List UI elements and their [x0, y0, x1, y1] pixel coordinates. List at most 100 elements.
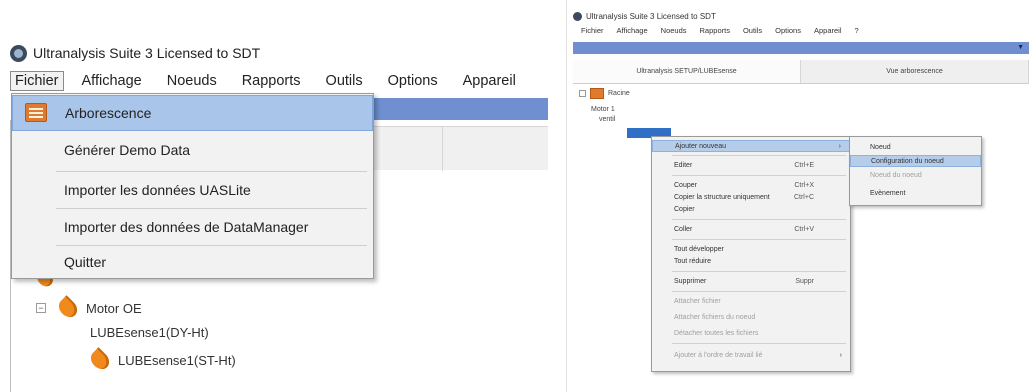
- ctx-ajouter-ordre-travail[interactable]: Ajouter à l'ordre de travail lié ›: [652, 349, 850, 361]
- ctx-label: Tout réduire: [674, 257, 711, 265]
- ctx-shortcut: Ctrl+C: [793, 193, 814, 201]
- window-title-bar: Ultranalysis Suite 3 Licensed to SDT: [10, 42, 260, 64]
- menu-item-arborescence[interactable]: Arborescence: [12, 95, 373, 131]
- menu-affichage[interactable]: Affichage: [617, 26, 648, 35]
- menu-separator: [672, 343, 846, 344]
- ctx-label: Editer: [674, 161, 693, 169]
- tree-row-lube1[interactable]: LUBEsense1(DY-Ht): [90, 325, 209, 340]
- ctx-label: Copier la structure uniquement: [674, 193, 770, 201]
- tab-ultranalysis-setup[interactable]: Ultranalysis SETUP/LUBEsense: [573, 60, 801, 83]
- ctx-detacher-fichiers[interactable]: Détacher toutes les fichiers: [652, 327, 850, 339]
- ctx-label: Attacher fichiers du noeud: [674, 313, 756, 321]
- menu-item-quitter[interactable]: Quitter: [12, 244, 373, 280]
- ctx-label: Tout développer: [674, 245, 724, 253]
- menu-appareil[interactable]: Appareil: [463, 73, 516, 89]
- menu-item-label: Quitter: [64, 254, 107, 270]
- ctx-tout-developper[interactable]: Tout développer: [652, 243, 850, 255]
- tree-row-motor[interactable]: Motor 1: [591, 106, 615, 113]
- menu-item-label: Générer Demo Data: [64, 142, 191, 158]
- menu-separator: [672, 291, 846, 292]
- ctx-shortcut: Suppr: [795, 277, 814, 285]
- ctx-copier-structure[interactable]: Copier la structure uniquement Ctrl+C: [652, 191, 850, 203]
- ctx-editer[interactable]: Editer Ctrl+E: [652, 159, 850, 171]
- ctx-tout-reduire[interactable]: Tout réduire: [652, 255, 850, 267]
- menu-item-importer-datamanager[interactable]: Importer des données de DataManager: [12, 209, 373, 245]
- menu-affichage[interactable]: Affichage: [82, 73, 142, 89]
- menu-options[interactable]: Options: [388, 73, 438, 89]
- menu-appareil[interactable]: Appareil: [814, 26, 842, 35]
- tree-row-racine[interactable]: Racine: [579, 88, 630, 99]
- menu-outils[interactable]: Outils: [743, 26, 762, 35]
- sub-configuration-noeud[interactable]: Configuration du noeud: [850, 155, 981, 167]
- sub-label: Configuration du noeud: [871, 157, 944, 165]
- sub-label: Evènement: [870, 189, 906, 197]
- menu-options[interactable]: Options: [775, 26, 801, 35]
- ctx-label: Ajouter nouveau: [675, 142, 726, 150]
- ctx-label: Copier: [674, 205, 695, 213]
- ctx-label: Couper: [674, 181, 697, 189]
- menu-rapports[interactable]: Rapports: [700, 26, 730, 35]
- right-screenshot-panel: Ultranalysis Suite 3 Licensed to SDT Fic…: [566, 0, 1030, 392]
- collapse-icon[interactable]: −: [36, 303, 46, 313]
- tree-label: Motor 1: [591, 106, 615, 113]
- tree-label-lube2: LUBEsense1(ST-Ht): [118, 352, 236, 368]
- ctx-label: Détacher toutes les fichiers: [674, 329, 759, 337]
- tree-row-ventil[interactable]: ventil: [599, 116, 615, 123]
- ajouter-nouveau-submenu: Noeud Configuration du noeud Noeud du no…: [849, 136, 982, 206]
- sub-label: Noeud: [870, 143, 891, 151]
- tab-divider: [442, 127, 443, 171]
- menu-noeuds[interactable]: Noeuds: [661, 26, 687, 35]
- menu-separator: [672, 239, 846, 240]
- sub-label: Noeud du noeud: [870, 171, 922, 179]
- ctx-label: Attacher fichier: [674, 297, 721, 305]
- tree-label: Racine: [608, 90, 630, 97]
- menu-fichier[interactable]: Fichier: [581, 26, 604, 35]
- left-screenshot-panel: Ultranalysis Suite 3 Licensed to SDT Fic…: [0, 0, 548, 392]
- window-title-bar: Ultranalysis Suite 3 Licensed to SDT: [573, 12, 716, 21]
- tree-label-motor: Motor OE: [86, 300, 142, 316]
- menu-item-importer-uaslite[interactable]: Importer les données UASLite: [12, 172, 373, 208]
- menu-item-label: Importer des données de DataManager: [64, 219, 309, 235]
- tree-row-lube2[interactable]: LUBEsense1(ST-Ht): [87, 347, 236, 373]
- menu-rapports[interactable]: Rapports: [242, 73, 301, 89]
- tab-strip: [372, 126, 548, 171]
- menu-separator: [672, 155, 846, 156]
- collapse-icon[interactable]: [579, 90, 586, 97]
- menu-item-label: Arborescence: [65, 105, 152, 121]
- sub-evenement[interactable]: Evènement: [850, 187, 981, 199]
- ctx-label: Coller: [674, 225, 693, 233]
- ctx-supprimer[interactable]: Supprimer Suppr: [652, 275, 850, 287]
- ctx-attacher-fichier[interactable]: Attacher fichier: [652, 295, 850, 307]
- ctx-shortcut: Ctrl+X: [794, 181, 814, 189]
- sub-noeud-du-noeud[interactable]: Noeud du noeud: [850, 169, 981, 181]
- app-logo-icon: [10, 44, 27, 62]
- menu-help[interactable]: ?: [855, 26, 859, 35]
- tab-vue-arborescence[interactable]: Vue arborescence: [801, 60, 1029, 83]
- toolbar-band: [372, 98, 548, 120]
- ctx-ajouter-nouveau[interactable]: Ajouter nouveau ›: [652, 140, 850, 152]
- window-title: Ultranalysis Suite 3 Licensed to SDT: [586, 12, 716, 21]
- tree-view-icon: [25, 103, 47, 122]
- pin-icon[interactable]: ▼: [1017, 44, 1024, 51]
- ctx-label: Supprimer: [674, 277, 707, 285]
- ctx-attacher-fichiers-noeud[interactable]: Attacher fichiers du noeud: [652, 311, 850, 323]
- sub-noeud[interactable]: Noeud: [850, 141, 981, 153]
- ctx-couper[interactable]: Couper Ctrl+X: [652, 179, 850, 191]
- menu-outils[interactable]: Outils: [326, 73, 363, 89]
- menu-noeuds[interactable]: Noeuds: [167, 73, 217, 89]
- tree-row-motor[interactable]: − Motor OE: [36, 295, 142, 321]
- menu-bar: Fichier Affichage Noeuds Rapports Outils…: [581, 26, 872, 35]
- menu-separator: [672, 219, 846, 220]
- menu-bar: Fichier Affichage Noeuds Rapports Outils…: [10, 68, 541, 94]
- menu-separator: [672, 271, 846, 272]
- menu-item-generer-demo-data[interactable]: Générer Demo Data: [12, 132, 373, 168]
- menu-item-label: Importer les données UASLite: [64, 182, 251, 198]
- fichier-dropdown-menu: Arborescence Générer Demo Data Importer …: [11, 93, 374, 279]
- ctx-copier[interactable]: Copier: [652, 203, 850, 215]
- window-title: Ultranalysis Suite 3 Licensed to SDT: [33, 45, 261, 61]
- ctx-coller[interactable]: Coller Ctrl+V: [652, 223, 850, 235]
- ctx-shortcut: Ctrl+E: [794, 161, 814, 169]
- menu-fichier[interactable]: Fichier: [10, 71, 64, 91]
- tree-label: ventil: [599, 116, 616, 123]
- ctx-shortcut: Ctrl+V: [794, 225, 814, 233]
